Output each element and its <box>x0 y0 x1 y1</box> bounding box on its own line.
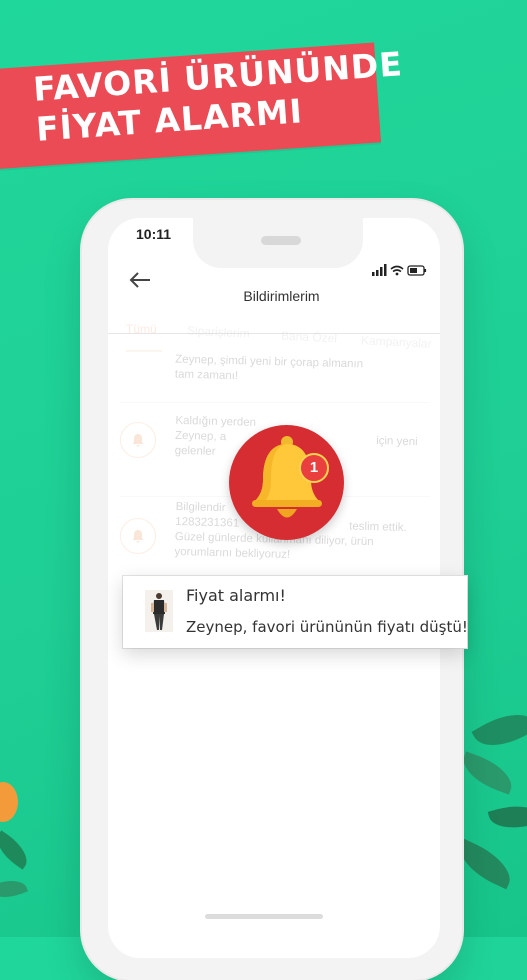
home-indicator <box>205 914 323 919</box>
list-item-text: Zeynep, şimdi yeni bir çorap almanın tam… <box>174 353 364 383</box>
page-title: Bildirimlerim <box>243 288 320 304</box>
status-icons <box>372 264 428 279</box>
toast-body: Zeynep, favori ürününün fiyatı düştü! <box>186 618 468 636</box>
battery-icon <box>407 265 427 276</box>
notification-count-badge: 1 <box>299 453 329 483</box>
bell-outline-icon <box>120 422 156 458</box>
tab-for-me[interactable]: Bana Özel <box>281 329 338 346</box>
signal-icon <box>372 264 387 276</box>
status-time: 10:11 <box>136 226 172 242</box>
bell-icon <box>252 436 322 518</box>
phone-speaker <box>261 236 301 245</box>
toast-title: Fiyat alarmı! <box>186 586 286 605</box>
bell-outline-icon <box>120 518 156 554</box>
wifi-icon <box>390 265 404 273</box>
product-thumbnail <box>145 590 173 632</box>
tab-active-indicator <box>126 350 162 352</box>
push-notification-toast[interactable] <box>123 576 467 648</box>
tab-all[interactable]: Tümü <box>126 322 157 336</box>
